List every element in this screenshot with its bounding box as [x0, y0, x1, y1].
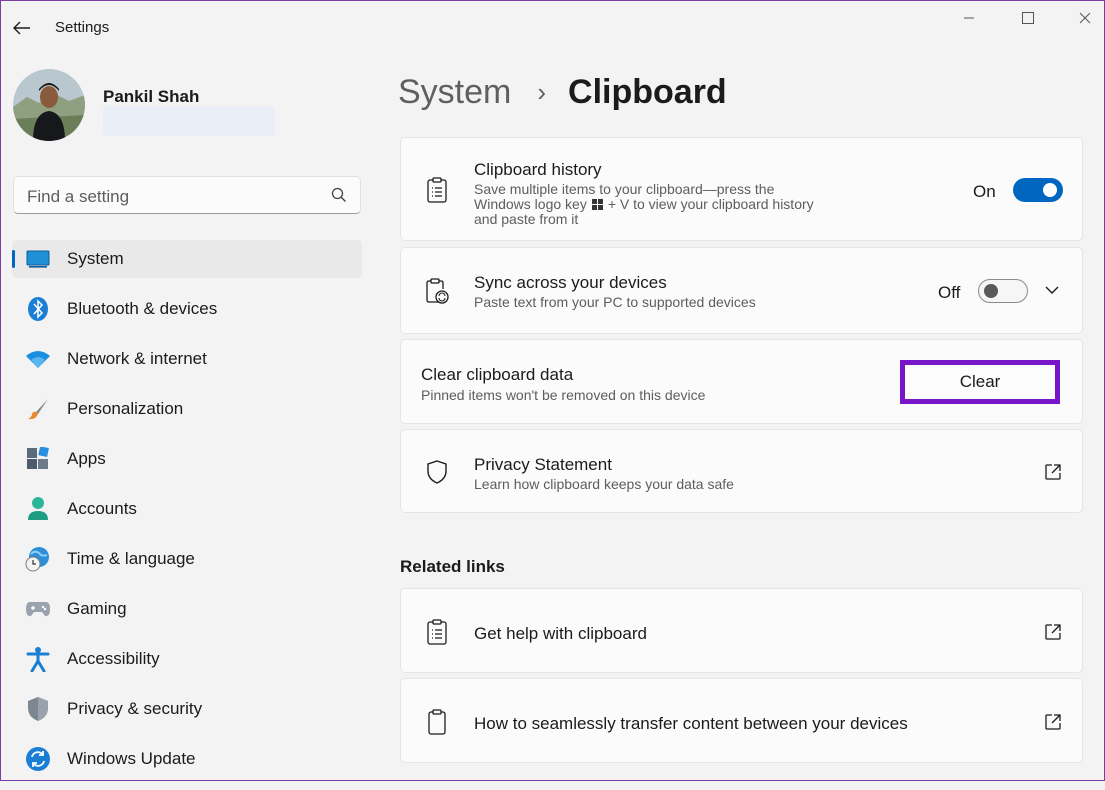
active-indicator [12, 250, 15, 268]
related-link-label: Get help with clipboard [474, 624, 647, 643]
sidebar-item-label: Personalization [67, 399, 184, 418]
sidebar-item-windows-update[interactable]: Windows Update [12, 740, 362, 778]
sidebar-item-apps[interactable]: Apps [12, 440, 362, 478]
windows-logo-icon [591, 199, 603, 210]
user-email-redacted [103, 106, 275, 136]
sync-devices-card[interactable]: Sync across your devices Paste text from… [400, 247, 1083, 334]
sidebar-item-label: Network & internet [67, 349, 207, 368]
clipboard-list-icon [425, 619, 449, 645]
sidebar-item-accessibility[interactable]: Accessibility [12, 640, 362, 678]
card-title: Sync across your devices [474, 273, 667, 292]
sidebar-item-label: Apps [67, 449, 106, 468]
breadcrumb-separator: › [537, 76, 547, 107]
related-link-item[interactable]: Get help with clipboard [400, 588, 1083, 673]
clipboard-icon [425, 709, 449, 735]
toggle-state-label: Off [938, 283, 961, 302]
system-icon [25, 246, 51, 272]
accessibility-icon [25, 646, 51, 672]
chevron-down-icon[interactable] [1044, 285, 1060, 295]
back-arrow-icon [13, 21, 30, 35]
sidebar-item-accounts[interactable]: Accounts [12, 490, 362, 528]
external-link-icon [1045, 624, 1061, 640]
card-subtitle: Paste text from your PC to supported dev… [474, 294, 756, 310]
card-description-text: + V to view your clipboard history [607, 196, 814, 212]
sidebar-item-system[interactable]: System [12, 240, 362, 278]
minimize-button[interactable] [958, 8, 980, 28]
close-button[interactable] [1074, 8, 1096, 28]
card-title: Privacy Statement [474, 455, 612, 474]
globe-clock-icon [25, 546, 51, 572]
search-input[interactable]: Find a setting [13, 176, 361, 214]
search-placeholder: Find a setting [27, 187, 130, 206]
card-description-line-3: and paste from it [474, 211, 579, 227]
sidebar-item-label: Privacy & security [67, 699, 203, 718]
card-description-line-1: Save multiple items to your clipboard—pr… [474, 181, 775, 197]
sidebar-item-network[interactable]: Network & internet [12, 340, 362, 378]
card-title: Clipboard history [474, 160, 602, 179]
clear-clipboard-card: Clear clipboard data Pinned items won't … [400, 339, 1083, 424]
user-name: Pankil Shah [103, 87, 200, 106]
search-icon [331, 187, 346, 202]
avatar[interactable] [13, 69, 85, 141]
shield-outline-icon [425, 460, 449, 484]
account-icon [25, 496, 51, 522]
maximize-icon [1022, 12, 1034, 24]
sidebar-item-label: Gaming [67, 599, 127, 618]
sidebar-item-label: Accounts [67, 499, 137, 518]
bluetooth-icon [25, 296, 51, 322]
clear-button[interactable]: Clear [900, 360, 1060, 404]
related-links-heading: Related links [400, 557, 505, 576]
back-button[interactable] [10, 16, 34, 40]
card-description-text: Windows logo key [474, 196, 587, 212]
related-link-item[interactable]: How to seamlessly transfer content betwe… [400, 678, 1083, 763]
minimize-icon [964, 17, 974, 19]
wifi-icon [25, 346, 51, 372]
breadcrumb: System › Clipboard [398, 70, 727, 114]
sidebar-item-gaming[interactable]: Gaming [12, 590, 362, 628]
app-title: Settings [55, 19, 110, 36]
sidebar-item-label: Accessibility [67, 649, 160, 668]
related-link-label: How to seamlessly transfer content betwe… [474, 714, 908, 733]
sidebar-item-time-language[interactable]: Time & language [12, 540, 362, 578]
toggle-knob [1043, 183, 1057, 197]
sidebar-item-personalization[interactable]: Personalization [12, 390, 362, 428]
clipboard-list-icon [425, 177, 449, 203]
clipboard-history-toggle[interactable] [1013, 178, 1063, 202]
sync-devices-toggle[interactable] [978, 279, 1028, 303]
avatar-photo [13, 69, 85, 141]
privacy-statement-card[interactable]: Privacy Statement Learn how clipboard ke… [400, 429, 1083, 513]
toggle-state-label: On [973, 182, 996, 201]
maximize-button[interactable] [1017, 8, 1039, 28]
clipboard-sync-icon [425, 278, 449, 304]
clipboard-history-card: Clipboard history Save multiple items to… [400, 137, 1083, 241]
title-bar: Settings [0, 0, 1105, 58]
card-subtitle: Learn how clipboard keeps your data safe [474, 476, 734, 492]
close-icon [1079, 12, 1091, 24]
sidebar-item-label: Windows Update [67, 749, 196, 768]
external-link-icon [1045, 464, 1061, 480]
sidebar-item-label: Time & language [67, 549, 195, 568]
page-title: Clipboard [568, 72, 727, 111]
breadcrumb-parent[interactable]: System [398, 73, 511, 112]
apps-icon [25, 446, 51, 472]
card-subtitle: Pinned items won't be removed on this de… [421, 387, 706, 403]
card-description-line-2: Windows logo key + V to view your clipbo… [474, 197, 814, 212]
gamepad-icon [25, 596, 51, 622]
card-title: Clear clipboard data [421, 365, 574, 384]
sidebar-item-label: Bluetooth & devices [67, 299, 218, 318]
update-icon [25, 746, 51, 772]
brush-icon [25, 396, 51, 422]
shield-icon [25, 696, 51, 722]
toggle-knob [984, 284, 998, 298]
sidebar-nav: System Bluetooth & devices Network & int… [12, 240, 362, 790]
sidebar-item-bluetooth[interactable]: Bluetooth & devices [12, 290, 362, 328]
external-link-icon [1045, 714, 1061, 730]
sidebar-item-privacy-security[interactable]: Privacy & security [12, 690, 362, 728]
sidebar-item-label: System [67, 249, 124, 268]
